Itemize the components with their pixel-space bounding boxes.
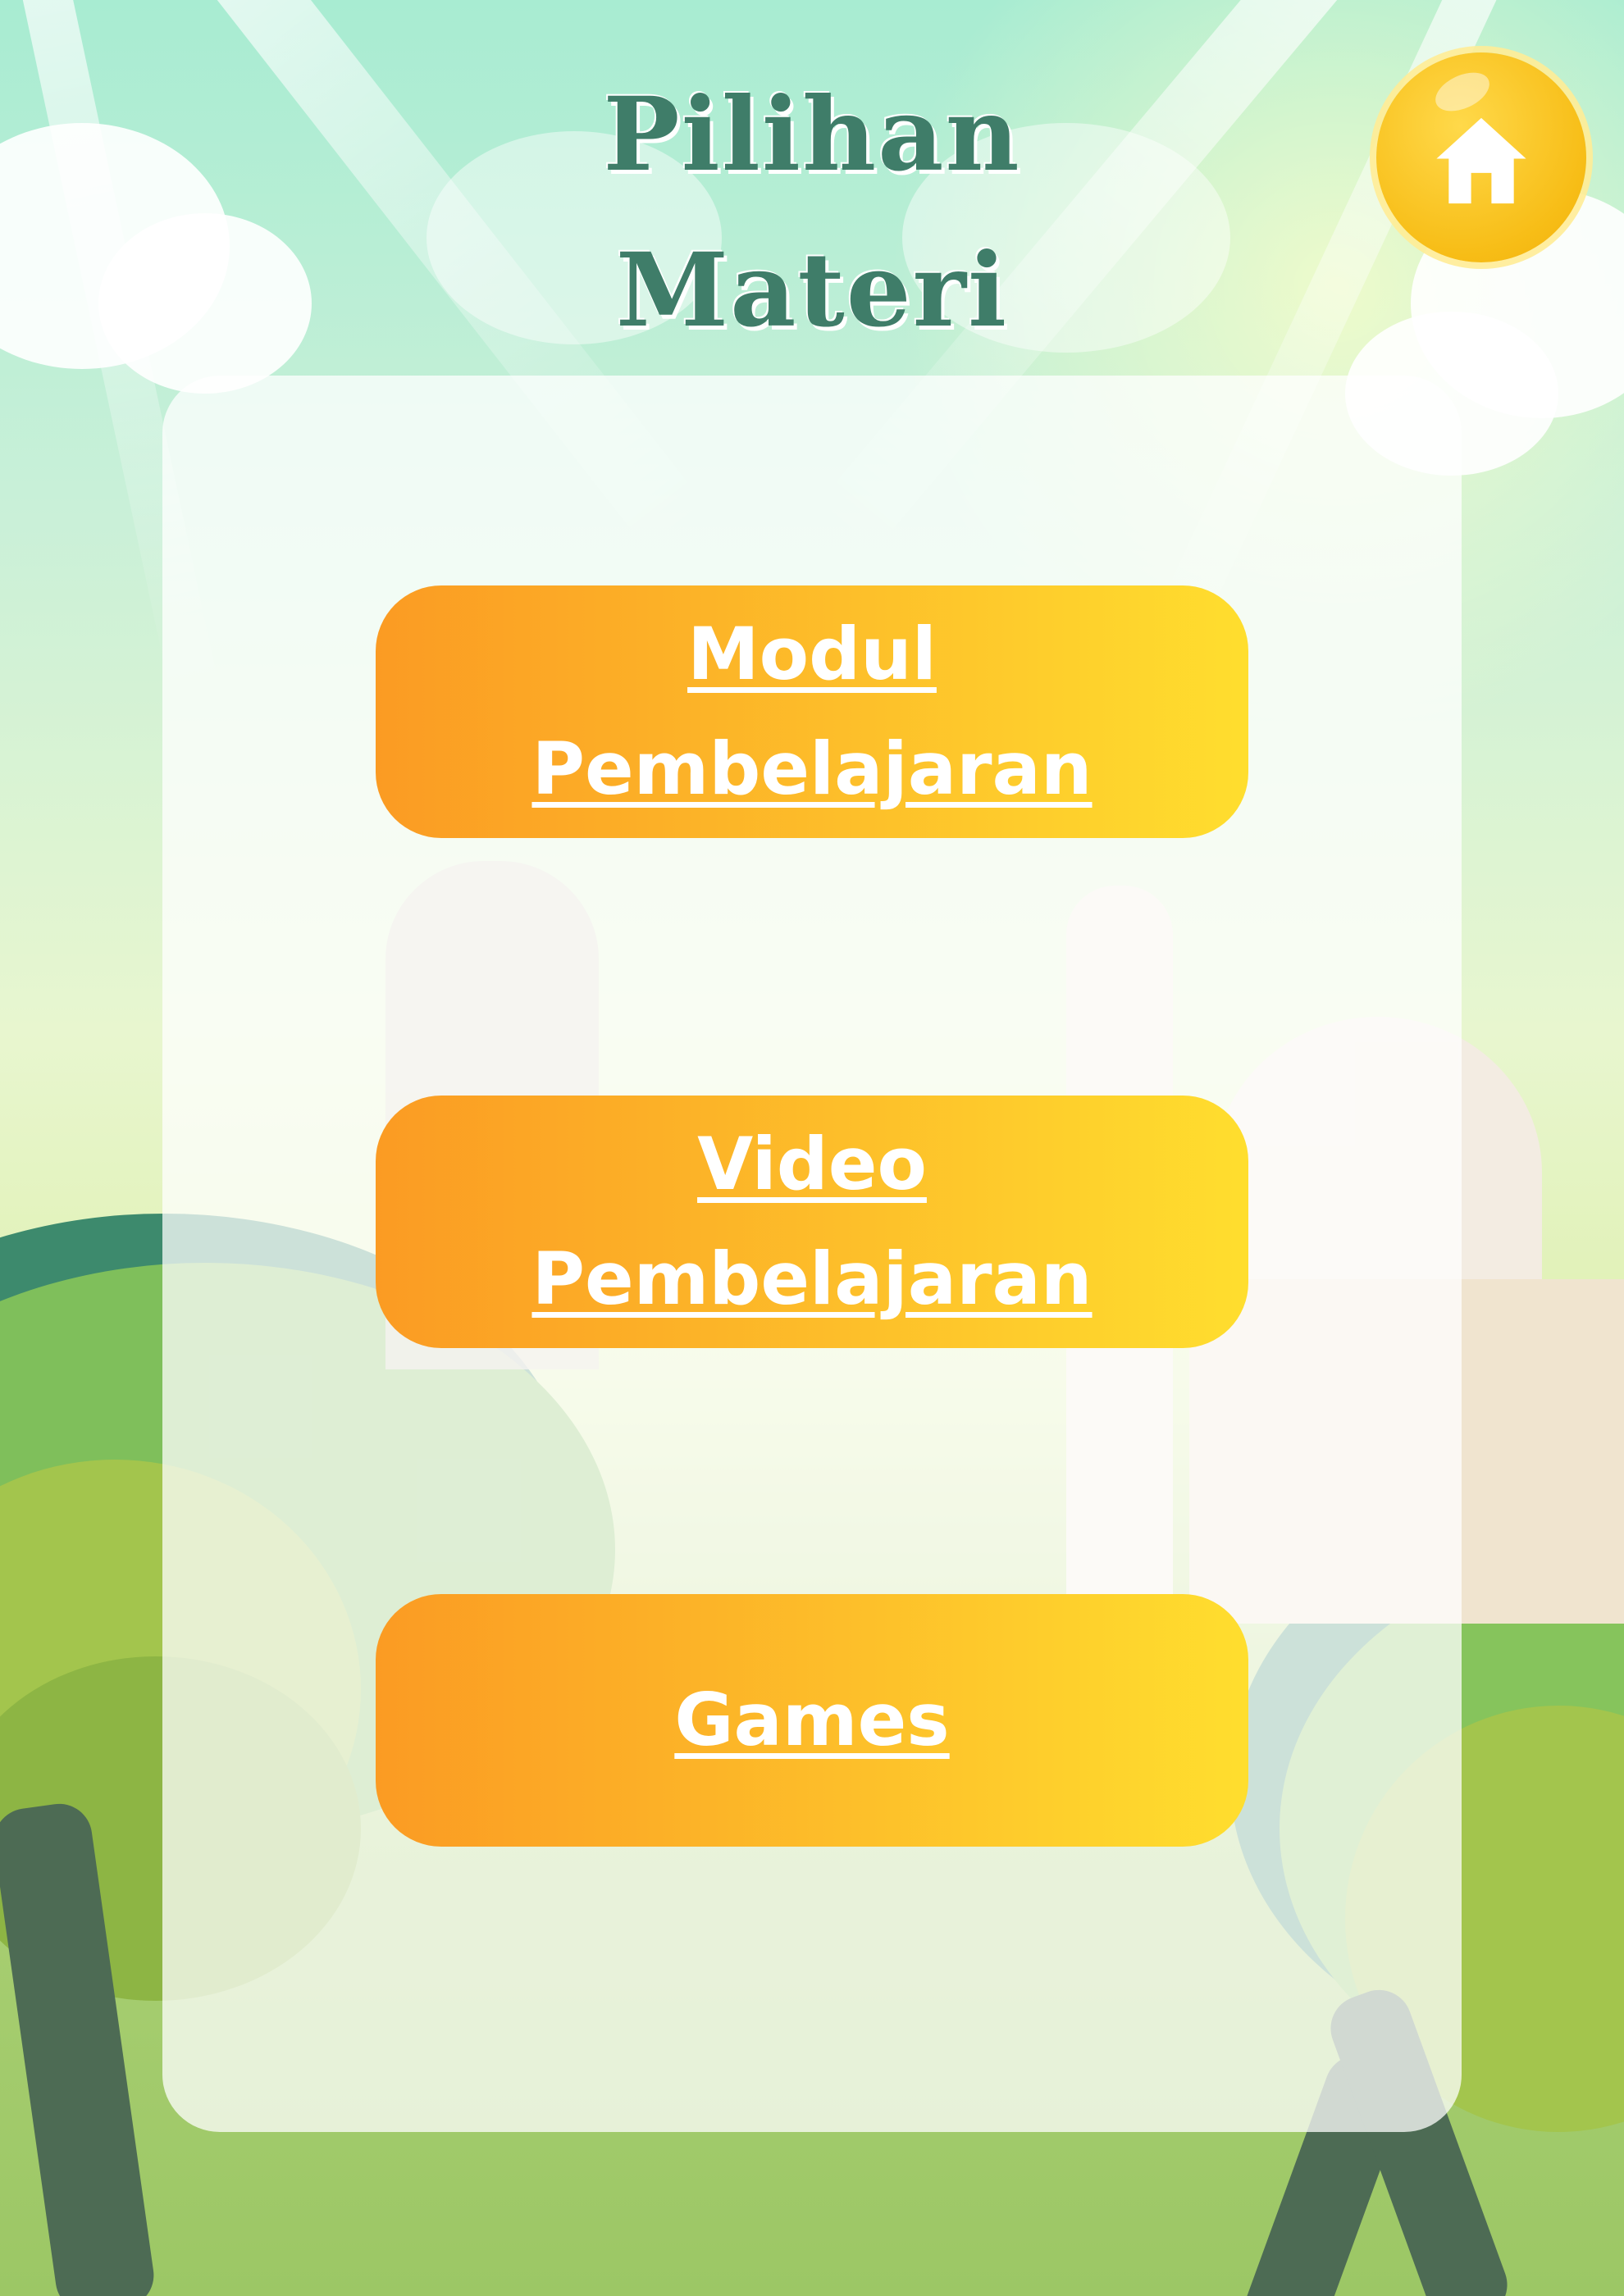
video-pembelajaran-label: Video Pembelajaran — [531, 1122, 1093, 1321]
video-pembelajaran-button[interactable]: Video Pembelajaran — [376, 1096, 1248, 1348]
modul-pembelajaran-label: Modul Pembelajaran — [531, 612, 1093, 811]
games-button[interactable]: Games — [376, 1594, 1248, 1847]
page-title-line-1: Pilihan — [603, 75, 1021, 194]
home-icon — [1436, 117, 1526, 204]
modul-pembelajaran-button[interactable]: Modul Pembelajaran — [376, 585, 1248, 838]
games-label: Games — [674, 1678, 950, 1762]
page-title-line-2: Materi — [615, 231, 1009, 350]
home-button[interactable] — [1376, 52, 1586, 262]
page-title: Pilihan Materi — [402, 57, 1222, 369]
cloud — [98, 213, 312, 394]
